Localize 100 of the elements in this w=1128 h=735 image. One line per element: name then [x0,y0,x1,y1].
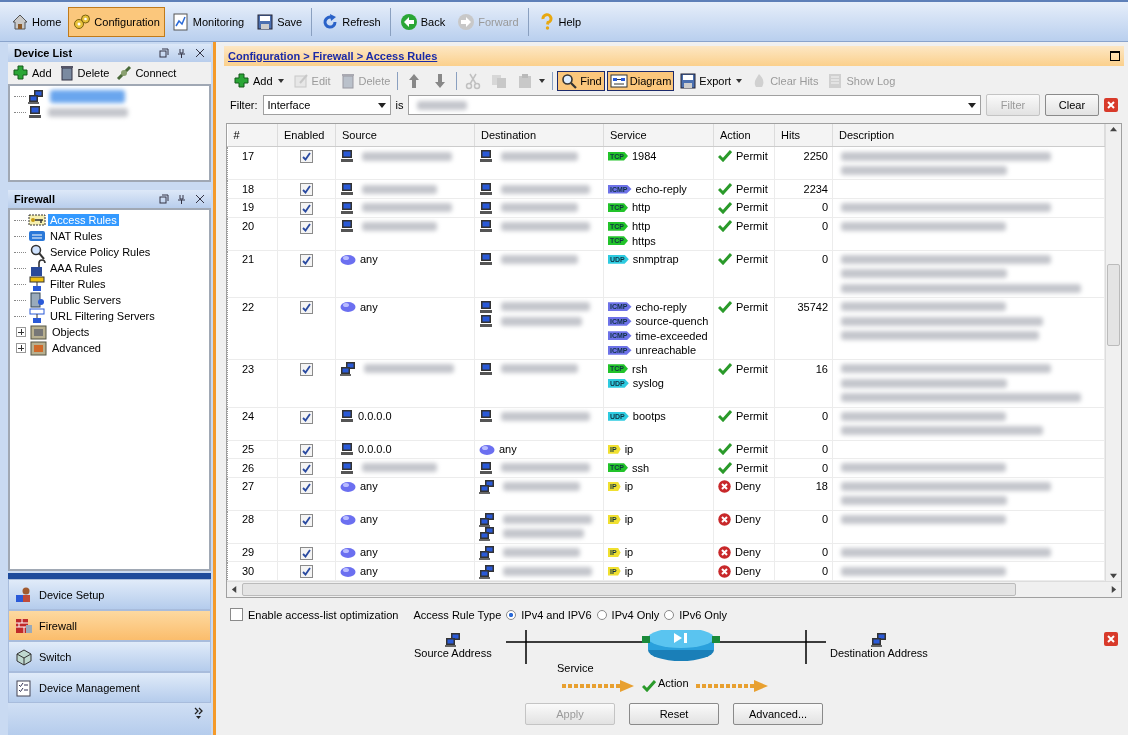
checkbox[interactable] [300,363,313,377]
rule-number: 24 [242,410,255,422]
column-header[interactable]: # [227,124,278,147]
checkbox[interactable] [300,202,313,215]
radio-label: IPv4 Only [611,608,660,621]
diagram-icon [609,71,628,90]
close-icon[interactable] [1104,631,1118,646]
connect-device-button[interactable]: Connect [115,64,177,82]
address-text: 0.0.0.0 [358,409,392,424]
checkbox[interactable] [300,301,313,315]
computers-icon [340,361,356,377]
action-label: Deny [735,479,761,494]
breadcrumb-link[interactable]: Configuration > Firewall > Access Rules [228,49,438,62]
service-name: ssh [632,460,650,476]
tree-item[interactable]: NAT Rules [48,230,105,242]
checkbox[interactable] [300,443,313,457]
column-header[interactable]: Source [335,124,475,147]
hits-count: 0 [821,461,828,474]
computer-icon [340,182,354,197]
tree-item[interactable]: Filter Rules [48,278,108,290]
hits-count: 0 [821,546,828,559]
floppy-icon [679,71,698,90]
vertical-scrollbar[interactable] [1105,124,1121,581]
rule-number: 30 [242,564,255,577]
checkbox[interactable] [300,462,313,476]
checkbox[interactable] [300,220,313,234]
save-button[interactable]: Save [251,6,308,37]
column-header[interactable]: Description [832,124,1105,147]
computer-icon [340,409,354,424]
radio-button[interactable] [596,609,607,620]
tree-item[interactable]: Advanced [50,342,103,354]
delete-device-button[interactable]: Delete [57,64,110,82]
tree-item[interactable]: Service Policy Rules [48,246,153,258]
scroll-down-icon[interactable] [1110,571,1117,579]
filter-action-button[interactable]: Clear [1045,94,1099,117]
action-label: Deny [735,563,761,579]
help-button[interactable]: Help [532,6,587,37]
computer-icon [479,252,493,267]
search-icon [560,71,579,90]
filter-value-dropdown[interactable] [408,95,981,116]
tree-item[interactable]: Public Servers [48,294,123,306]
diagram-button[interactable]: Diagram [606,70,675,91]
checkbox[interactable] [300,480,313,494]
splitter-handle[interactable] [8,573,211,579]
add-device-button[interactable]: Add [12,64,52,82]
column-header[interactable]: Service [603,124,714,147]
tree-item[interactable]: Objects [50,326,92,338]
lock-icon [28,259,46,277]
tree-item[interactable]: AAA Rules [48,262,105,274]
checkbox[interactable] [300,150,313,164]
chevron-icon[interactable] [194,707,203,719]
nav-button[interactable]: Device Setup [8,579,211,610]
optimization-checkbox[interactable] [230,608,243,622]
export-button[interactable]: Export [676,70,746,91]
refresh-button[interactable]: Refresh [316,6,386,37]
filter-field-dropdown[interactable]: Interface [262,95,391,116]
find-button[interactable]: Find [557,70,605,91]
maximize-icon[interactable] [1110,50,1120,61]
computer-icon [340,442,354,457]
checkmark-icon [642,679,656,692]
computer-icon [479,409,493,424]
scroll-right-icon[interactable] [1110,585,1117,593]
dialog-button[interactable]: Advanced... [733,703,823,725]
computers-icon [479,544,495,560]
radio-button[interactable] [664,609,675,620]
dashed-arrow [696,679,768,692]
home-button[interactable]: Home [6,6,67,37]
computer-icon [340,200,354,215]
expand-icon[interactable] [16,327,26,337]
column-header[interactable]: Enabled [277,124,336,147]
expand-icon[interactable] [16,343,26,353]
plus-icon [233,71,251,90]
scroll-left-icon[interactable] [231,585,238,593]
scroll-thumb[interactable] [1107,264,1120,347]
scroll-up-icon[interactable] [1110,126,1117,134]
checkbox[interactable] [300,410,313,424]
column-header[interactable]: Destination [474,124,604,147]
monitoring-button[interactable]: Monitoring [166,6,250,37]
nav-button[interactable]: Device Management [8,672,211,703]
tree-item[interactable]: URL Filtering Servers [48,310,157,322]
column-header[interactable]: Action [713,124,775,147]
nav-button[interactable]: Switch [8,641,211,672]
pane-controls-icon[interactable] [159,48,205,58]
address-text: any [360,512,378,527]
add-button[interactable]: Add [230,70,287,91]
back-button[interactable]: Back [394,6,451,37]
hits-count: 0 [821,443,828,455]
checkbox[interactable] [300,546,313,560]
hits-count: 2250 [803,149,828,162]
close-icon[interactable] [1104,98,1118,113]
radio-button[interactable] [506,609,517,620]
checkbox[interactable] [300,253,313,267]
pane-controls-icon[interactable] [159,194,205,204]
checkbox[interactable] [300,513,313,527]
configuration-button[interactable]: Configuration [68,6,165,37]
dialog-button[interactable]: Reset [629,703,719,725]
column-header[interactable]: Hits [774,124,833,147]
checkbox[interactable] [300,565,313,579]
checkbox[interactable] [300,183,313,197]
nav-button[interactable]: Firewall [8,610,211,641]
